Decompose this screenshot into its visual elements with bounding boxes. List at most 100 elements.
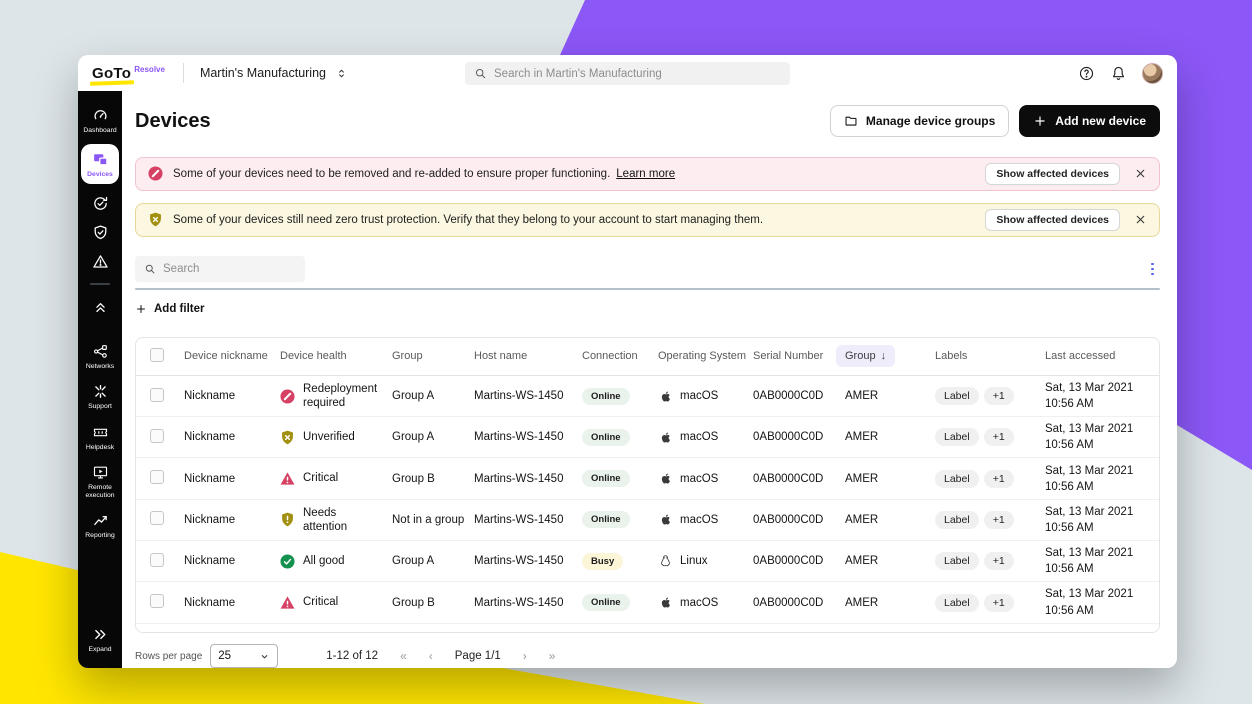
label-pill[interactable]: Label xyxy=(935,594,979,612)
sidebar-item-helpdesk[interactable]: Helpdesk xyxy=(78,418,122,458)
sidebar-item-collapse[interactable] xyxy=(78,292,122,321)
column-header-group[interactable]: Group xyxy=(392,350,474,362)
column-header-labels[interactable]: Labels xyxy=(935,350,1045,362)
table-search[interactable] xyxy=(135,256,305,282)
prev-page-button[interactable]: ‹ xyxy=(429,649,433,663)
global-search-input[interactable] xyxy=(494,68,781,80)
column-header-device-health[interactable]: Device health xyxy=(280,350,392,362)
last-page-button[interactable]: » xyxy=(549,649,556,663)
label-pill[interactable]: +1 xyxy=(984,552,1014,570)
row-checkbox[interactable] xyxy=(150,429,164,443)
labels: Label +1 xyxy=(935,511,1045,529)
folder-icon xyxy=(844,114,858,128)
table-search-input[interactable] xyxy=(163,263,296,275)
close-icon[interactable] xyxy=(1134,213,1147,226)
label-pill[interactable]: +1 xyxy=(984,511,1014,529)
manage-device-groups-button[interactable]: Manage device groups xyxy=(830,105,1009,137)
user-avatar[interactable] xyxy=(1142,63,1163,84)
column-header-serial-number[interactable]: Serial Number xyxy=(753,350,845,362)
learn-more-link[interactable]: Learn more xyxy=(616,168,675,180)
table-row[interactable]: NicknameNeeds attentionNot in a groupMar… xyxy=(136,500,1159,541)
next-page-button[interactable]: › xyxy=(523,649,527,663)
select-all-checkbox[interactable] xyxy=(148,348,184,365)
label-pill[interactable]: Label xyxy=(935,387,979,405)
org-selector[interactable]: Martin's Manufacturing xyxy=(200,66,348,80)
labels: Label +1 xyxy=(935,594,1045,612)
checkbox[interactable] xyxy=(150,348,164,362)
column-header-last-accessed[interactable]: Last accessed xyxy=(1045,350,1147,362)
row-checkbox[interactable] xyxy=(150,594,164,608)
column-header-operating-system[interactable]: Operating System xyxy=(658,350,753,362)
sidebar-item-expand[interactable]: Expand xyxy=(78,620,122,660)
sidebar-item-label: Support xyxy=(88,403,112,411)
device-health: Unverified xyxy=(280,430,392,445)
sidebar-item-devices[interactable]: Devices xyxy=(81,144,119,184)
sidebar-item-networks[interactable]: Networks xyxy=(78,337,122,377)
row-checkbox[interactable] xyxy=(150,553,164,567)
remote-execution-icon xyxy=(92,464,109,481)
table-row[interactable]: NicknameUnverifiedGroup AMartins-WS-1450… xyxy=(136,417,1159,458)
table-toolbar xyxy=(135,256,1160,282)
host-name: Martins-WS-1450 xyxy=(474,473,582,485)
row-checkbox[interactable] xyxy=(150,388,164,402)
label-pill[interactable]: +1 xyxy=(984,428,1014,446)
table-row[interactable]: NicknameAll goodGroup AMartins-WS-1450On… xyxy=(136,624,1159,633)
label-pill[interactable]: Label xyxy=(935,428,979,446)
add-new-device-button[interactable]: Add new device xyxy=(1019,105,1160,137)
device-health: Redeployment required xyxy=(280,382,392,411)
top-bar: GoTo Resolve Martin's Manufacturing xyxy=(78,55,1177,91)
goto-resolve-logo[interactable]: GoTo Resolve xyxy=(92,65,165,82)
close-icon[interactable] xyxy=(1134,167,1147,180)
sidebar-item-patch-management[interactable] xyxy=(78,189,122,218)
device-nickname: Nickname xyxy=(184,431,280,443)
reporting-icon xyxy=(92,512,109,529)
column-header-connection[interactable]: Connection xyxy=(582,350,658,362)
help-icon[interactable] xyxy=(1078,65,1095,82)
sidebar-item-remote-execution[interactable]: Remote execution xyxy=(78,458,122,506)
table-row[interactable]: NicknameAll goodGroup AMartins-WS-1450Bu… xyxy=(136,541,1159,582)
critical-icon xyxy=(280,471,295,486)
label-pill[interactable]: +1 xyxy=(984,470,1014,488)
label-pill[interactable]: +1 xyxy=(984,387,1014,405)
global-search[interactable] xyxy=(465,62,790,85)
logo-resolve-text: Resolve xyxy=(134,65,165,74)
show-affected-devices-button[interactable]: Show affected devices xyxy=(985,163,1120,185)
sidebar-item-label: Devices xyxy=(87,171,113,179)
row-checkbox[interactable] xyxy=(150,511,164,525)
label-pill[interactable]: +1 xyxy=(984,594,1014,612)
sidebar-item-reporting[interactable]: Reporting xyxy=(78,506,122,546)
rows-per-page-select[interactable]: 25 xyxy=(210,644,278,668)
sidebar-item-support[interactable]: Support xyxy=(78,377,122,417)
alert-removed-devices: Some of your devices need to be removed … xyxy=(135,157,1160,191)
sidebar-item-dashboard[interactable]: Dashboard xyxy=(78,101,122,141)
column-header-group-sorted[interactable]: Group↓ xyxy=(845,345,935,367)
notifications-bell-icon[interactable] xyxy=(1110,65,1127,82)
column-header-host-name[interactable]: Host name xyxy=(474,350,582,362)
add-filter-button[interactable]: Add filter xyxy=(135,303,1160,315)
serial-number: 0AB0000C0D xyxy=(753,473,845,485)
table-row[interactable]: NicknameCriticalGroup BMartins-WS-1450On… xyxy=(136,458,1159,499)
sidebar-nav: Dashboard Devices Networks Support Helpdesk R… xyxy=(78,91,122,668)
row-checkbox[interactable] xyxy=(150,470,164,484)
blocked-icon xyxy=(148,166,163,181)
table-row[interactable]: NicknameRedeployment requiredGroup AMart… xyxy=(136,376,1159,417)
devices-icon xyxy=(92,151,109,168)
label-pill[interactable]: Label xyxy=(935,552,979,570)
apple-icon xyxy=(658,430,673,445)
show-affected-devices-button[interactable]: Show affected devices xyxy=(985,209,1120,231)
label-pill[interactable]: Label xyxy=(935,511,979,529)
sidebar-item-label: Remote execution xyxy=(80,484,120,500)
device-nickname: Nickname xyxy=(184,390,280,402)
device-health: All good xyxy=(280,624,392,633)
table-row[interactable]: NicknameCriticalGroup BMartins-WS-1450On… xyxy=(136,582,1159,623)
sort-desc-icon: ↓ xyxy=(881,350,887,362)
sidebar-item-alerts[interactable] xyxy=(78,247,122,276)
label-pill[interactable]: Label xyxy=(935,470,979,488)
device-group: Group A xyxy=(392,390,474,402)
device-nickname: Nickname xyxy=(184,473,280,485)
first-page-button[interactable]: « xyxy=(400,649,407,663)
connection-badge: Online xyxy=(582,511,630,528)
sidebar-item-protection[interactable] xyxy=(78,218,122,247)
column-header-device-nickname[interactable]: Device nickname xyxy=(184,350,280,362)
more-options-icon[interactable] xyxy=(1145,260,1160,279)
